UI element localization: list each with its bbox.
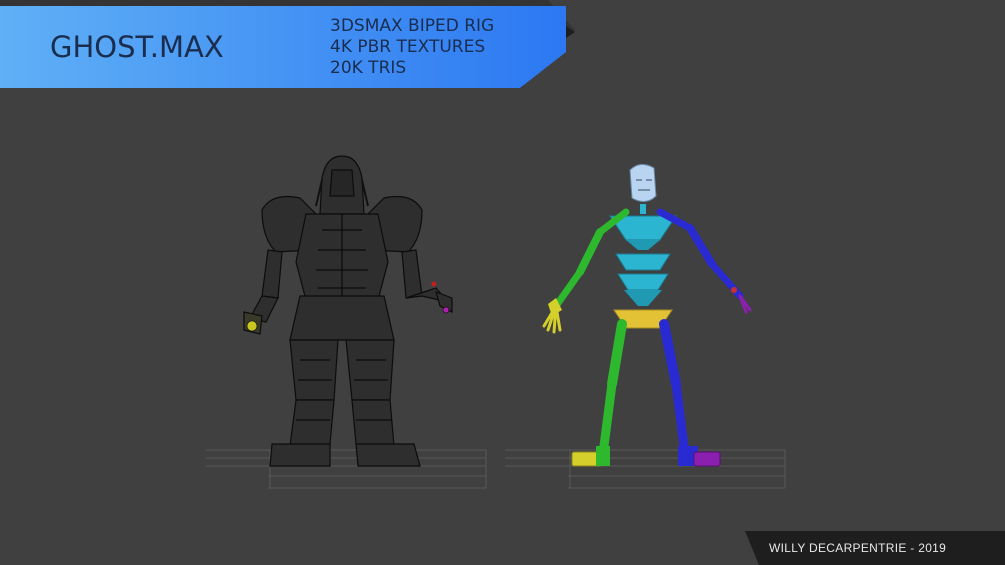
credit-tag: WILLY DECARPENTRIE - 2019	[745, 531, 1005, 565]
author-credit: WILLY DECARPENTRIE - 2019	[769, 541, 947, 555]
viewport-render	[206, 155, 786, 489]
wireframe-character	[243, 155, 453, 467]
ground-grid-left	[206, 449, 487, 489]
biped-skeleton	[542, 164, 752, 467]
ground-grid-right	[505, 449, 786, 489]
